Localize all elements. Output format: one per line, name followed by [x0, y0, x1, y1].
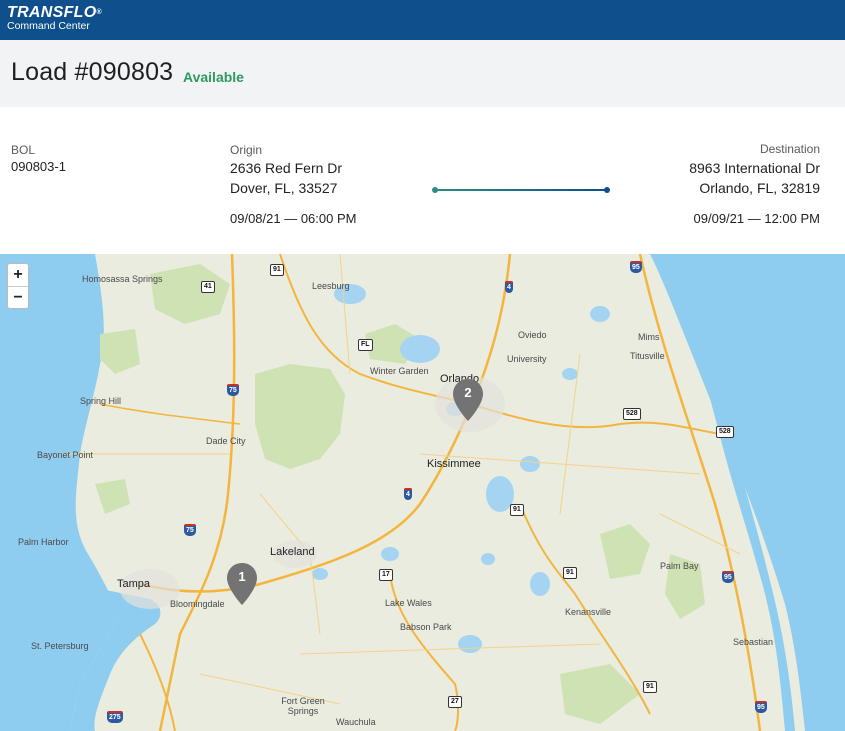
place-babson-park: Babson Park — [400, 622, 452, 632]
fl91-shield-low: 91 — [563, 567, 577, 579]
fl528-shield-east: 528 — [716, 426, 734, 438]
destination-label: Destination — [759, 142, 820, 156]
map-base — [0, 254, 845, 731]
place-dade-city: Dade City — [206, 436, 246, 446]
fl91-shield-bottom: 91 — [643, 681, 657, 693]
i75-shield: 75 — [227, 384, 239, 396]
i275-shield: 275 — [107, 711, 123, 723]
i95-shield: 95 — [630, 261, 642, 273]
i4-shield-south: 4 — [404, 488, 412, 500]
bol-value: 090803-1 — [11, 159, 66, 174]
map-pin-destination[interactable]: 2 — [452, 378, 484, 422]
app-header: TRANSFLO® Command Center — [0, 0, 845, 40]
place-university: University — [507, 354, 547, 364]
us41-shield: 41 — [201, 281, 215, 293]
route-map[interactable]: Homosassa Springs Leesburg Oviedo Mims T… — [0, 254, 845, 731]
map-pin-origin[interactable]: 1 — [226, 562, 258, 606]
place-kissimmee: Kissimmee — [427, 458, 481, 470]
place-palm-harbor: Palm Harbor — [18, 537, 69, 547]
destination-address-line1: 8963 International Dr — [689, 160, 820, 176]
place-oviedo: Oviedo — [518, 330, 547, 340]
route-origin-dot — [432, 187, 438, 193]
place-mims: Mims — [638, 332, 660, 342]
fl91-shield-mid: 91 — [510, 504, 524, 516]
destination-datetime: 09/09/21 — 12:00 PM — [693, 211, 820, 226]
i75-shield-south: 75 — [184, 524, 196, 536]
place-leesburg: Leesburg — [312, 281, 350, 291]
map-pin-number: 1 — [238, 569, 246, 584]
i95-shield-bottom: 95 — [755, 701, 767, 713]
i4-shield: 4 — [505, 281, 513, 293]
brand-subtitle: Command Center — [7, 20, 90, 32]
place-titusville: Titusville — [630, 351, 665, 361]
page-title: Load #090803 — [11, 58, 174, 86]
origin-address-line2: Dover, FL, 33527 — [230, 180, 338, 196]
route-line — [435, 189, 607, 191]
us27-shield: 27 — [448, 696, 462, 708]
place-wauchula: Wauchula — [336, 717, 376, 727]
origin-datetime: 09/08/21 — 06:00 PM — [230, 211, 357, 226]
load-header: Load #090803 Available — [0, 40, 845, 107]
place-tampa: Tampa — [117, 578, 151, 590]
place-st-petersburg: St. Petersburg — [31, 641, 89, 651]
place-palm-bay: Palm Bay — [660, 561, 699, 571]
fl91-shield: 91 — [270, 264, 284, 276]
map-zoom-control: + − — [7, 263, 29, 309]
place-kenansville: Kenansville — [565, 607, 612, 617]
origin-label: Origin — [230, 143, 263, 157]
fl-state-shield: FL — [358, 339, 373, 351]
brand-name: TRANSFLO® — [7, 4, 102, 21]
us17-shield: 17 — [379, 569, 393, 581]
place-bloomingdale: Bloomingdale — [170, 599, 225, 609]
brand-logo[interactable]: TRANSFLO® Command Center — [7, 5, 102, 32]
place-homosassa-springs: Homosassa Springs — [82, 274, 163, 284]
map-pin-number: 2 — [464, 385, 472, 400]
place-winter-garden: Winter Garden — [370, 366, 429, 376]
place-lake-wales: Lake Wales — [385, 598, 432, 608]
fl528-shield: 528 — [623, 408, 641, 420]
origin-address-line1: 2636 Red Fern Dr — [230, 160, 343, 176]
place-sebastian: Sebastian — [733, 637, 774, 647]
place-bayonet-point: Bayonet Point — [37, 450, 94, 460]
zoom-out-button[interactable]: − — [8, 286, 28, 308]
destination-address-line2: Orlando, FL, 32819 — [699, 180, 820, 196]
route-destination-dot — [604, 187, 610, 193]
zoom-in-button[interactable]: + — [8, 264, 28, 286]
place-lakeland: Lakeland — [270, 546, 315, 558]
status-badge: Available — [183, 69, 244, 85]
bol-label: BOL — [11, 143, 36, 157]
place-fort-green-springs: Fort Green Springs — [281, 696, 325, 716]
place-spring-hill: Spring Hill — [80, 396, 122, 406]
i95-shield-mid: 95 — [722, 571, 734, 583]
